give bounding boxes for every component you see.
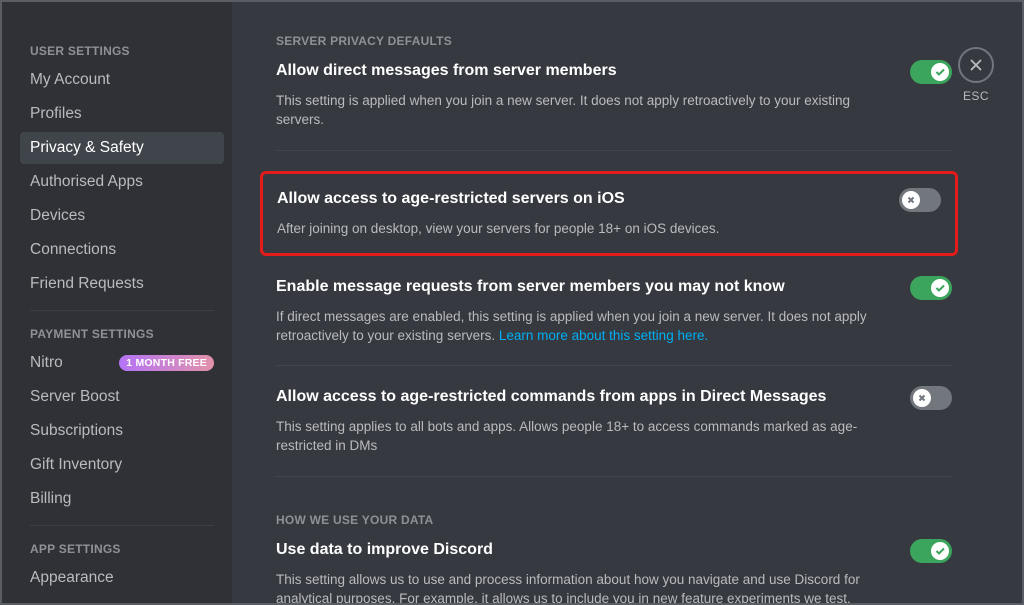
sidebar-divider (30, 310, 214, 311)
setting-title: Allow access to age-restricted commands … (276, 386, 826, 408)
setting-desc: This setting allows us to use and proces… (276, 571, 886, 603)
sidebar-item-profiles[interactable]: Profiles (20, 98, 224, 130)
x-icon (916, 392, 928, 404)
highlight-annotation: Allow access to age-restricted servers o… (260, 171, 958, 256)
check-icon (934, 66, 946, 78)
sidebar-item-billing[interactable]: Billing (20, 483, 224, 515)
sidebar-item-connections[interactable]: Connections (20, 234, 224, 266)
setting-desc: This setting applies to all bots and app… (276, 418, 886, 456)
sidebar-item-nitro[interactable]: Nitro 1 MONTH FREE (20, 347, 224, 379)
sidebar-divider (30, 525, 214, 526)
sidebar-section-app: APP SETTINGS (20, 536, 224, 562)
close-button[interactable] (958, 47, 994, 83)
nitro-promo-badge: 1 MONTH FREE (119, 355, 214, 371)
setting-title: Use data to improve Discord (276, 539, 493, 561)
close-icon (967, 56, 985, 74)
settings-sidebar: USER SETTINGS My Account Profiles Privac… (2, 2, 232, 603)
sidebar-item-authorised-apps[interactable]: Authorised Apps (20, 166, 224, 198)
x-icon (905, 194, 917, 206)
setting-title: Allow direct messages from server member… (276, 60, 617, 82)
sidebar-item-privacy-safety[interactable]: Privacy & Safety (20, 132, 224, 164)
section-header-data: HOW WE USE YOUR DATA (276, 513, 952, 527)
setting-age-restricted-commands: Allow access to age-restricted commands … (276, 386, 952, 477)
toggle-use-data[interactable] (910, 539, 952, 563)
setting-desc: If direct messages are enabled, this set… (276, 308, 886, 346)
sidebar-item-server-boost[interactable]: Server Boost (20, 381, 224, 413)
setting-message-requests: Enable message requests from server memb… (276, 276, 952, 367)
sidebar-section-payment: PAYMENT SETTINGS (20, 321, 224, 347)
sidebar-item-gift-inventory[interactable]: Gift Inventory (20, 449, 224, 481)
setting-desc: This setting is applied when you join a … (276, 92, 886, 130)
setting-title: Enable message requests from server memb… (276, 276, 785, 298)
toggle-age-restricted-commands[interactable] (910, 386, 952, 410)
sidebar-item-devices[interactable]: Devices (20, 200, 224, 232)
setting-age-restricted-ios: Allow access to age-restricted servers o… (277, 188, 941, 239)
learn-more-link[interactable]: Learn more about this setting here. (499, 328, 708, 343)
close-label: ESC (963, 89, 989, 103)
sidebar-section-user: USER SETTINGS (20, 38, 224, 64)
sidebar-item-appearance[interactable]: Appearance (20, 562, 224, 594)
check-icon (934, 282, 946, 294)
sidebar-item-my-account[interactable]: My Account (20, 64, 224, 96)
toggle-age-restricted-ios[interactable] (899, 188, 941, 212)
setting-desc: After joining on desktop, view your serv… (277, 220, 887, 239)
section-header-privacy: SERVER PRIVACY DEFAULTS (276, 34, 952, 48)
sidebar-item-accessibility[interactable]: Accessibility (20, 596, 224, 603)
setting-allow-dm: Allow direct messages from server member… (276, 60, 952, 151)
toggle-allow-dm[interactable] (910, 60, 952, 84)
toggle-message-requests[interactable] (910, 276, 952, 300)
setting-use-data: Use data to improve Discord This setting… (276, 539, 952, 603)
setting-title: Allow access to age-restricted servers o… (277, 188, 625, 210)
sidebar-item-subscriptions[interactable]: Subscriptions (20, 415, 224, 447)
sidebar-item-friend-requests[interactable]: Friend Requests (20, 268, 224, 300)
settings-content: ESC SERVER PRIVACY DEFAULTS Allow direct… (232, 2, 1022, 603)
check-icon (934, 545, 946, 557)
